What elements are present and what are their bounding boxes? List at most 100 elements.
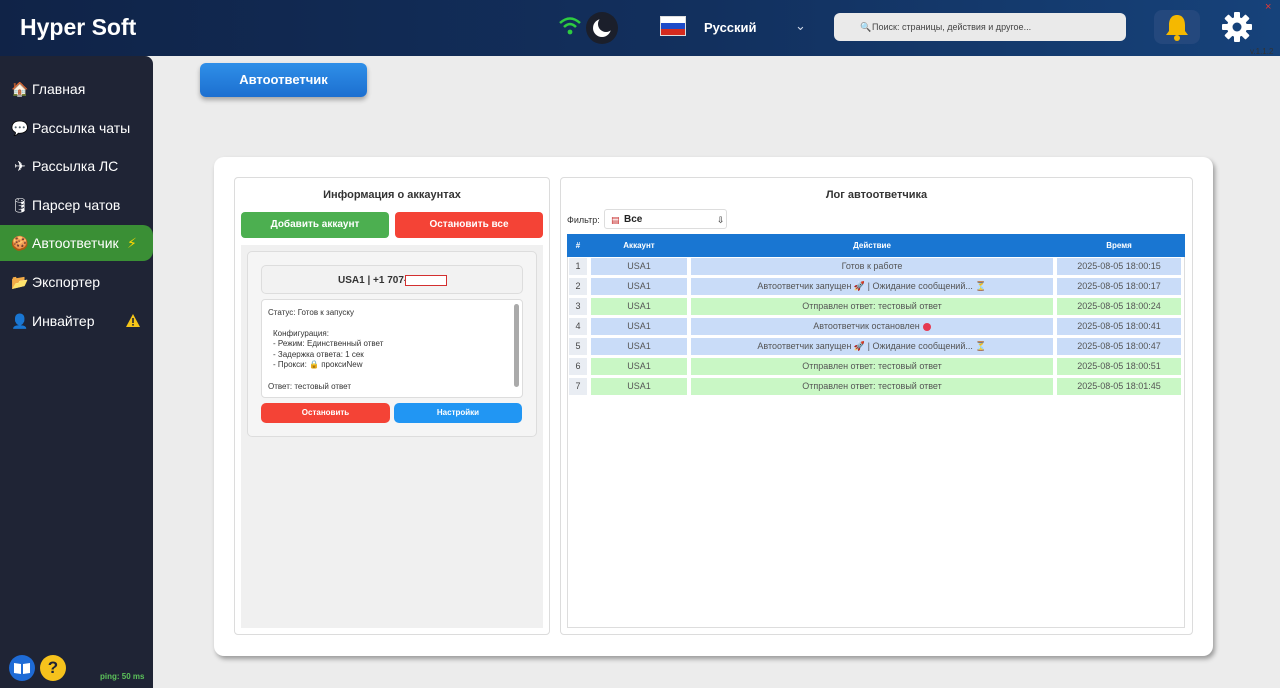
window-close-button[interactable]: × — [1265, 1, 1271, 13]
filter-select[interactable]: ▤ Все ⇩ — [604, 209, 727, 229]
cell-number: 5 — [569, 338, 587, 355]
cell-account: USA1 — [591, 358, 687, 375]
cell-time: 2025-08-05 18:00:17 — [1057, 278, 1181, 295]
log-table-header: # Аккаунт Действие Время — [567, 234, 1185, 257]
sidebar-item-label: Экспортер — [32, 274, 101, 290]
account-settings-button[interactable]: Настройки — [394, 403, 522, 423]
log-panel-title: Лог автоответчика — [825, 189, 928, 201]
sidebar-item-dm-mailing[interactable]: ✈ Рассылка ЛС — [0, 148, 153, 184]
scrollbar[interactable] — [514, 304, 519, 387]
chevron-down-icon: ⇩ — [717, 215, 725, 225]
filter-value: Все — [624, 214, 643, 225]
account-info-box[interactable]: Статус: Готов к запуску Конфигурация: - … — [261, 299, 523, 398]
cell-time: 2025-08-05 18:00:24 — [1057, 298, 1181, 315]
table-row[interactable]: 6 USA1 Отправлен ответ: тестовый ответ 2… — [567, 357, 1185, 377]
cell-action: Автоответчик запущен 🚀 | Ожидание сообще… — [691, 278, 1053, 295]
open-book-glyph — [14, 663, 30, 674]
cell-number: 2 — [569, 278, 587, 295]
cell-number: 7 — [569, 378, 587, 395]
page-title-button[interactable]: Автоответчик — [200, 63, 367, 97]
cell-time: 2025-08-05 18:00:41 — [1057, 318, 1181, 335]
cell-time: 2025-08-05 18:00:51 — [1057, 358, 1181, 375]
cell-action: Отправлен ответ: тестовый ответ — [691, 358, 1053, 375]
red-circle-icon — [922, 322, 931, 331]
gear-icon[interactable] — [1222, 12, 1252, 42]
cell-number: 4 — [569, 318, 587, 335]
notifications-button[interactable] — [1154, 10, 1200, 44]
account-card-header: USA1 | +1 707- — [261, 265, 523, 294]
column-header-time: Время — [1106, 241, 1132, 250]
sidebar-item-label: Главная — [32, 81, 86, 97]
filter-label: Фильтр: — [567, 215, 600, 225]
cell-action: Автоответчик запущен 🚀 | Ожидание сообще… — [691, 338, 1053, 355]
table-row[interactable]: 4 USA1 Автоответчик остановлен 2025-08-0… — [567, 317, 1185, 337]
list-icon: ▤ — [611, 215, 620, 225]
table-row[interactable]: 7 USA1 Отправлен ответ: тестовый ответ 2… — [567, 377, 1185, 397]
bell-icon — [1166, 15, 1188, 41]
chat-bubbles-icon: 💬 — [11, 120, 29, 136]
search-input[interactable]: 🔍 Поиск: страницы, действия и другое... — [834, 13, 1126, 41]
stop-account-button[interactable]: Остановить — [261, 403, 390, 423]
paper-plane-icon: ✈ — [14, 158, 26, 174]
sidebar-item-label: Автоответчик — [32, 235, 119, 251]
search-icon: 🔍 — [860, 22, 872, 32]
warning-icon — [126, 314, 140, 327]
sidebar-item-chat-parser[interactable]: 🛢 Парсер чатов — [0, 187, 153, 223]
table-row[interactable]: 5 USA1 Автоответчик запущен 🚀 | Ожидание… — [567, 337, 1185, 357]
sidebar-item-inviter[interactable]: 👤 Инвайтер — [0, 303, 153, 339]
cell-action-text: Автоответчик остановлен — [813, 321, 920, 331]
cell-account: USA1 — [591, 298, 687, 315]
sidebar-item-label: Парсер чатов — [32, 197, 121, 213]
account-info-line: - Прокси: 🔒 проксиNew — [273, 360, 363, 369]
stop-all-button[interactable]: Остановить все — [395, 212, 543, 238]
cell-action: Отправлен ответ: тестовый ответ — [691, 298, 1053, 315]
add-account-button[interactable]: Добавить аккаунт — [241, 212, 389, 238]
cell-account: USA1 — [591, 338, 687, 355]
dark-mode-toggle[interactable] — [586, 12, 618, 44]
cell-time: 2025-08-05 18:00:15 — [1057, 258, 1181, 275]
database-icon: 🛢 — [11, 197, 29, 213]
home-icon: 🏠 — [11, 81, 29, 97]
cell-time: 2025-08-05 18:00:47 — [1057, 338, 1181, 355]
moon-icon — [593, 18, 612, 37]
app-title: Hyper Soft — [20, 14, 137, 40]
cell-account: USA1 — [591, 278, 687, 295]
cell-number: 1 — [569, 258, 587, 275]
language-selector[interactable]: Русский — [704, 20, 757, 35]
table-row[interactable]: 3 USA1 Отправлен ответ: тестовый ответ 2… — [567, 297, 1185, 317]
help-button[interactable]: ? — [40, 655, 66, 681]
ping-status: ping: 50 ms — [100, 672, 145, 681]
russia-flag-icon[interactable] — [660, 16, 686, 36]
search-placeholder: Поиск: страницы, действия и другое... — [872, 22, 1032, 32]
accounts-panel-title: Информация о аккаунтах — [323, 189, 461, 201]
account-info-line: Ответ: тестовый ответ — [268, 382, 352, 391]
cell-number: 6 — [569, 358, 587, 375]
sidebar-item-label: Инвайтер — [32, 313, 95, 329]
cell-account: USA1 — [591, 258, 687, 275]
folder-icon: 📂 — [11, 274, 29, 290]
cell-time: 2025-08-05 18:01:45 — [1057, 378, 1181, 395]
sidebar-item-autoresponder[interactable]: 🍪 Автоответчик ⚡ — [0, 225, 153, 261]
lightning-icon: ⚡ — [127, 235, 137, 251]
account-info-line: Статус: Готов к запуску — [268, 308, 354, 317]
wifi-icon — [559, 17, 581, 35]
top-bar: Hyper Soft Русский ⌄ 🔍 Поиск: страницы, … — [0, 0, 1280, 56]
column-header-number: # — [575, 241, 581, 250]
cell-action: Отправлен ответ: тестовый ответ — [691, 378, 1053, 395]
account-info-line: - Режим: Единственный ответ — [273, 339, 384, 348]
sidebar-item-home[interactable]: 🏠 Главная — [0, 71, 153, 107]
column-header-account: Аккаунт — [623, 241, 655, 250]
column-header-action: Действие — [853, 241, 891, 250]
table-row[interactable]: 2 USA1 Автоответчик запущен 🚀 | Ожидание… — [567, 277, 1185, 297]
cell-account: USA1 — [591, 318, 687, 335]
cell-account: USA1 — [591, 378, 687, 395]
sidebar-item-exporter[interactable]: 📂 Экспортер — [0, 264, 153, 300]
sidebar-item-chat-mailing[interactable]: 💬 Рассылка чаты — [0, 110, 153, 146]
sidebar-item-label: Рассылка ЛС — [32, 158, 119, 174]
table-row[interactable]: 1 USA1 Готов к работе 2025-08-05 18:00:1… — [567, 257, 1185, 277]
book-icon[interactable] — [9, 655, 35, 681]
cell-action: Готов к работе — [691, 258, 1053, 275]
cell-number: 3 — [569, 298, 587, 315]
sidebar-item-label: Рассылка чаты — [32, 120, 131, 136]
chevron-down-icon[interactable]: ⌄ — [795, 18, 806, 34]
